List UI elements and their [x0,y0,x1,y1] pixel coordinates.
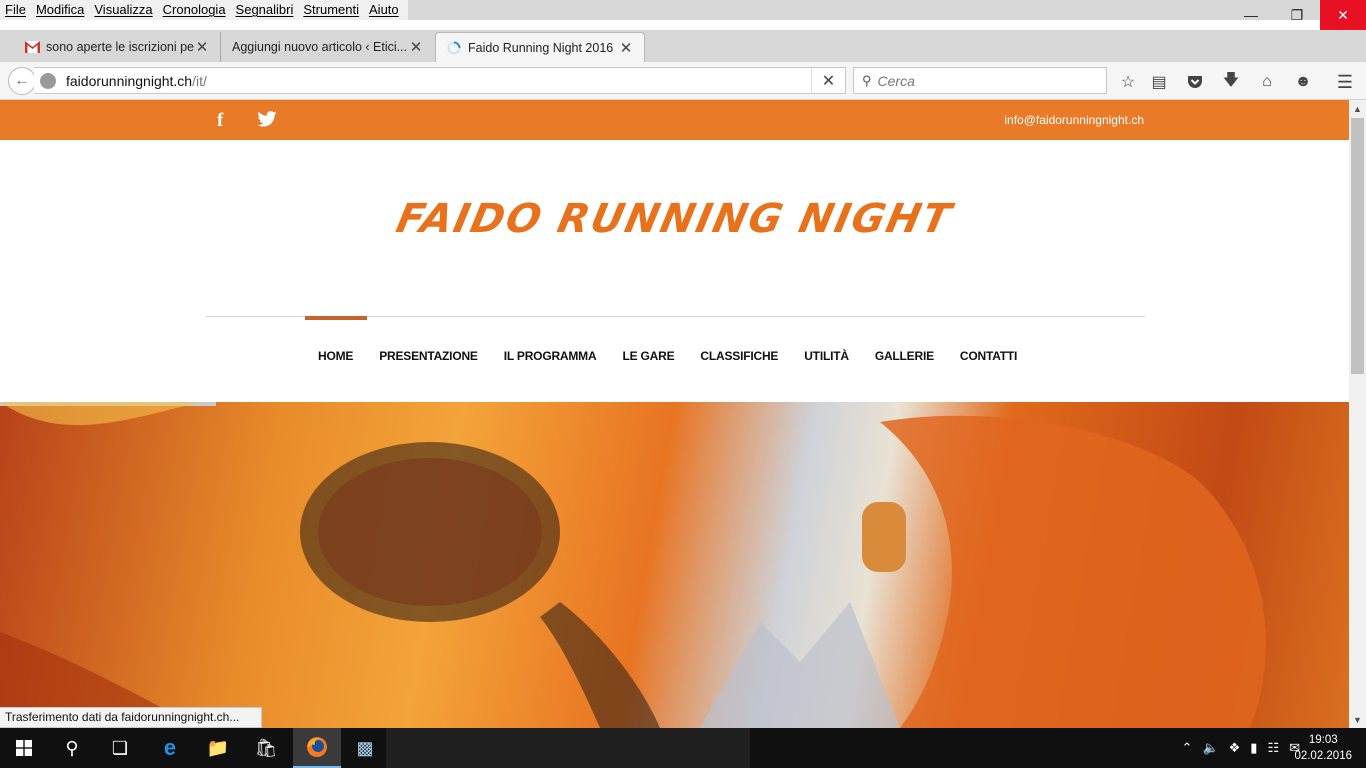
nav-il-programma[interactable]: IL PROGRAMMA [491,349,610,363]
site-top-bar: f info@faidorunningnight.ch [0,100,1349,140]
back-arrow-icon[interactable]: ← [8,67,36,95]
store-icon[interactable]: 🛍 [242,728,290,768]
menu-aiuto[interactable]: Aiuto [364,0,404,20]
tab-wordpress[interactable]: Aggiungi nuovo articolo ‹ Etici... ✕ [222,32,434,62]
site-logo[interactable]: FAIDO RUNNING NIGHT [0,196,1349,242]
url-path: /it/ [192,72,207,89]
runner-hand [862,502,906,572]
hero-image [0,402,1349,728]
url-bar[interactable]: faidorunningnight.ch/it/ ✕ [34,67,846,94]
menu-strumenti[interactable]: Strumenti [298,0,364,20]
menu-file[interactable]: File [0,0,31,20]
bookmark-star-icon[interactable]: ☆ [1117,71,1139,93]
close-window-icon[interactable]: ✕ [1320,0,1366,30]
tray-chevron-icon[interactable]: ⌃ [1182,740,1193,756]
close-tab-icon[interactable]: ✕ [194,38,210,56]
window-controls: — ❐ ✕ [1228,0,1366,30]
file-explorer-icon[interactable]: 📁 [194,728,242,768]
scroll-down-icon[interactable]: ▼ [1349,711,1366,728]
tab-gmail[interactable]: sono aperte le iscrizioni pe... ✕ [14,32,221,62]
close-tab-icon[interactable]: ✕ [618,39,634,57]
minimize-icon[interactable]: — [1228,0,1274,30]
bookmarks-list-icon[interactable]: ▤ [1148,71,1170,93]
scroll-thumb[interactable] [1351,118,1364,374]
battery-icon[interactable]: ▮ [1250,740,1257,756]
globe-icon [40,72,56,89]
hair-highlight [0,402,200,426]
web-page: f info@faidorunningnight.ch FAIDO RUNNIN… [0,100,1349,728]
edge-icon[interactable]: e [146,728,194,768]
tab-faido[interactable]: Faido Running Night 2016 ✕ [435,32,645,63]
download-icon[interactable]: 🡇 [1220,71,1242,93]
menu-bar: File Modifica Visualizza Cronologia Segn… [0,0,1366,20]
tab-title: Aggiungi nuovo articolo ‹ Etici... [232,40,408,54]
wifi-icon[interactable]: ☷ [1267,740,1279,756]
taskbar-search-area[interactable] [386,728,750,768]
glasses-arm [540,602,660,728]
close-tab-icon[interactable]: ✕ [408,38,424,56]
search-icon[interactable]: ⚲ [48,728,96,768]
vertical-scrollbar[interactable]: ▲ ▼ [1349,100,1366,728]
task-view-icon[interactable]: ❏ [96,728,144,768]
tab-strip: sono aperte le iscrizioni pe... ✕ Aggiun… [0,30,1366,88]
nav-gallerie[interactable]: GALLERIE [862,349,947,363]
scroll-up-icon[interactable]: ▲ [1349,100,1366,117]
search-input[interactable] [877,72,1078,89]
nav-utilita[interactable]: UTILITÀ [791,349,862,363]
main-navigation: HOME PRESENTAZIONE IL PROGRAMMA LE GARE … [305,349,1030,363]
menu-visualizza[interactable]: Visualizza [89,0,157,20]
search-bar[interactable]: ⚲ [853,67,1107,94]
nav-classifiche[interactable]: CLASSIFICHE [687,349,791,363]
facebook-icon[interactable]: f [217,110,223,132]
clock-date: 02.02.2016 [1294,750,1352,762]
menu-cronologia[interactable]: Cronologia [158,0,231,20]
nav-presentazione[interactable]: PRESENTAZIONE [366,349,491,363]
navigation-toolbar: ← faidorunningnight.ch/it/ ✕ ⚲ ☆ ▤ 🡇 ⌂ ☻… [0,62,1366,100]
firefox-icon[interactable] [293,728,341,768]
nav-home[interactable]: HOME [305,349,366,363]
home-icon[interactable]: ⌂ [1256,71,1278,93]
hamburger-menu-icon[interactable]: ☰ [1334,71,1356,93]
loading-spinner-icon [446,40,462,56]
tab-title: Faido Running Night 2016 [468,41,614,55]
dropbox-icon[interactable]: ❖ [1229,740,1241,756]
search-icon: ⚲ [862,72,872,88]
tab-title: sono aperte le iscrizioni pe... [46,40,194,54]
hero-illustration [0,402,1266,728]
system-tray: ⌃ 🔈 ❖ ▮ ☷ ✉ [1182,728,1300,768]
notepad-app-icon[interactable]: ▩ [341,728,389,768]
menu-segnalibri[interactable]: Segnalibri [231,0,299,20]
pocket-icon[interactable] [1184,71,1206,93]
nav-le-gare[interactable]: LE GARE [609,349,687,363]
nav-contatti[interactable]: CONTATTI [947,349,1030,363]
active-nav-indicator [305,316,367,320]
hello-smiley-icon[interactable]: ☻ [1292,71,1314,93]
windows-taskbar: ⚲ ❏ e 📁 🛍 ▩ ⌃ 🔈 ❖ ▮ ☷ ✉ 19:03 02.02.2016 [0,728,1366,768]
windows-start-icon[interactable] [0,728,48,768]
twitter-icon[interactable] [257,111,277,132]
taskbar-clock[interactable]: 19:03 02.02.2016 [1294,732,1352,764]
gmail-icon [24,39,40,55]
url-host: faidorunningnight.ch [66,72,193,89]
volume-icon[interactable]: 🔈 [1202,740,1218,756]
menu-modifica[interactable]: Modifica [31,0,89,20]
stop-loading-icon[interactable]: ✕ [811,68,845,93]
url-text[interactable]: faidorunningnight.ch/it/ [66,73,207,89]
sunglasses-lens-inner [318,458,542,606]
contact-email-link[interactable]: info@faidorunningnight.ch [1004,113,1144,127]
restore-icon[interactable]: ❐ [1274,0,1320,30]
runner-figure [880,415,1266,728]
clock-time: 19:03 [1308,734,1338,746]
mountain-peaks [700,602,900,728]
status-bar: Trasferimento dati da faidorunningnight.… [0,707,263,728]
